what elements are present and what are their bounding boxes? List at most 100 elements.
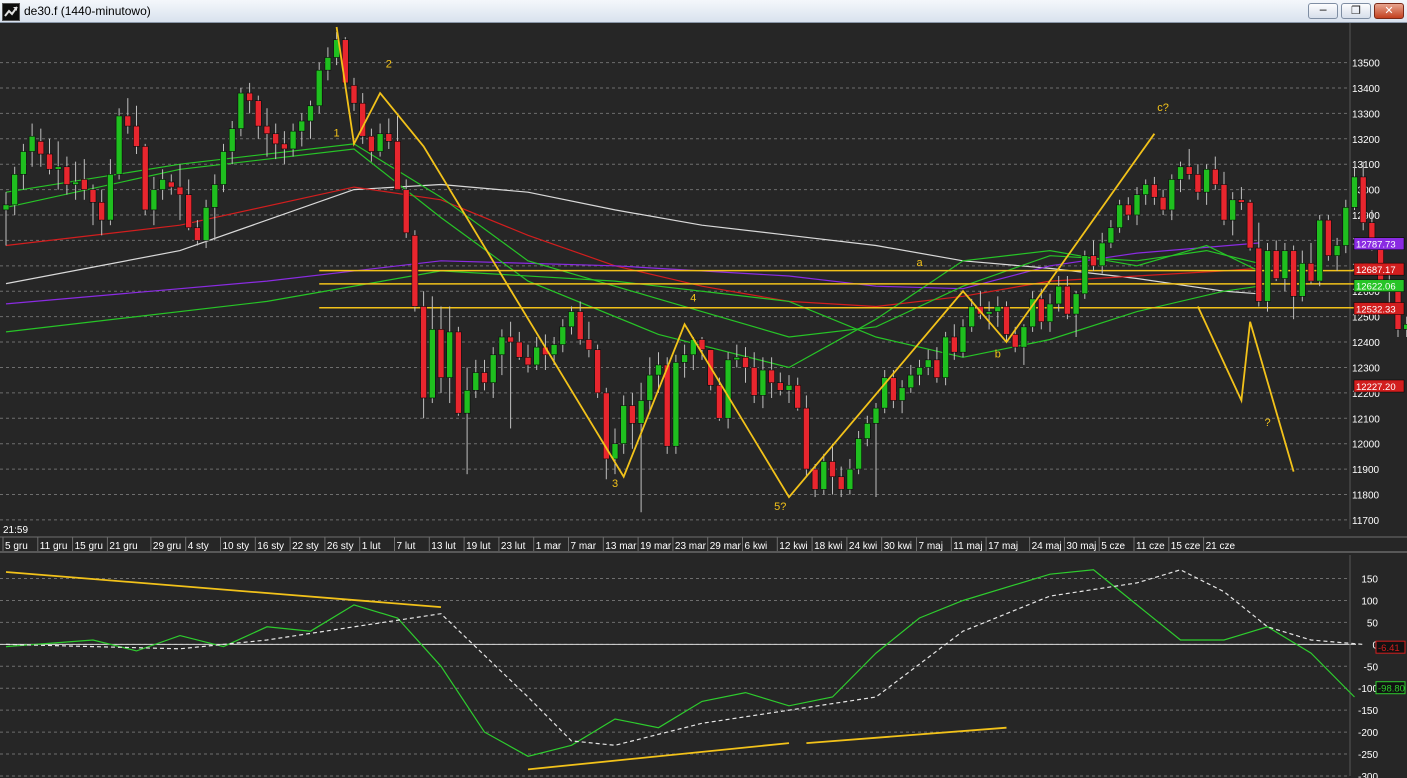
candle-body[interactable]: [472, 372, 480, 391]
candle-body[interactable]: [794, 384, 802, 409]
candle-body[interactable]: [846, 468, 854, 490]
candle-body[interactable]: [411, 235, 419, 307]
candle-body[interactable]: [759, 369, 767, 396]
candle-body[interactable]: [890, 377, 897, 401]
candle-body[interactable]: [1038, 298, 1045, 323]
candle-body[interactable]: [924, 359, 932, 368]
candle-body[interactable]: [1020, 326, 1028, 348]
candle-body[interactable]: [1272, 250, 1280, 279]
candle-body[interactable]: [20, 151, 27, 175]
candle-body[interactable]: [1081, 255, 1089, 295]
candle-body[interactable]: [298, 120, 306, 132]
candle-body[interactable]: [985, 311, 993, 315]
candle-body[interactable]: [942, 336, 949, 378]
candle-body[interactable]: [202, 207, 210, 241]
candle-body[interactable]: [1107, 227, 1115, 244]
candle-body[interactable]: [681, 354, 688, 363]
candle-body[interactable]: [481, 372, 488, 384]
candle-body[interactable]: [1325, 219, 1332, 256]
candle-body[interactable]: [968, 306, 976, 328]
candle-body[interactable]: [733, 357, 741, 361]
candle-body[interactable]: [124, 115, 132, 127]
candle-body[interactable]: [437, 329, 445, 378]
candle-body[interactable]: [1194, 174, 1202, 193]
candle-body[interactable]: [1359, 176, 1367, 223]
candle-body[interactable]: [81, 179, 88, 190]
candle-body[interactable]: [1098, 242, 1106, 267]
candle-body[interactable]: [916, 367, 923, 376]
candle-body[interactable]: [620, 405, 628, 444]
candle-body[interactable]: [724, 359, 732, 419]
candle-body[interactable]: [115, 115, 123, 175]
candle-body[interactable]: [863, 423, 871, 439]
candle-body[interactable]: [46, 153, 53, 170]
candle-body[interactable]: [716, 384, 723, 419]
candle-body[interactable]: [1333, 245, 1341, 256]
candle-body[interactable]: [1116, 204, 1123, 229]
candle-body[interactable]: [141, 146, 149, 211]
candle-body[interactable]: [959, 326, 967, 353]
candle-body[interactable]: [776, 382, 784, 391]
candle-body[interactable]: [1246, 202, 1254, 249]
candle-body[interactable]: [585, 339, 593, 350]
candle-body[interactable]: [820, 461, 828, 490]
candle-body[interactable]: [568, 311, 575, 328]
candle-body[interactable]: [185, 194, 192, 229]
candle-body[interactable]: [1342, 207, 1350, 246]
candle-body[interactable]: [594, 349, 601, 394]
restore-button[interactable]: ❐: [1341, 3, 1371, 19]
candle-body[interactable]: [1203, 168, 1210, 193]
candle-body[interactable]: [263, 125, 271, 135]
candle-body[interactable]: [1220, 184, 1228, 221]
candle-body[interactable]: [1185, 166, 1193, 175]
candle-body[interactable]: [655, 364, 662, 376]
candle-body[interactable]: [194, 227, 201, 241]
candle-body[interactable]: [1299, 262, 1306, 297]
candle-body[interactable]: [1055, 285, 1062, 305]
candle-body[interactable]: [576, 311, 584, 340]
candle-body[interactable]: [324, 57, 332, 71]
candle-body[interactable]: [1290, 250, 1297, 297]
candle-body[interactable]: [489, 354, 497, 384]
candle-body[interactable]: [1212, 168, 1219, 185]
candle-body[interactable]: [176, 186, 184, 195]
candle-body[interactable]: [1168, 179, 1176, 211]
candle-body[interactable]: [281, 143, 288, 150]
candle-body[interactable]: [211, 184, 219, 208]
chart-area[interactable]: 1170011800119001200012100122001230012400…: [0, 23, 1407, 778]
close-button[interactable]: ✕: [1374, 3, 1404, 19]
candle-body[interactable]: [368, 135, 375, 152]
candle-body[interactable]: [629, 405, 636, 424]
candle-body[interactable]: [785, 384, 793, 391]
candle-body[interactable]: [672, 362, 680, 447]
candle-body[interactable]: [1151, 184, 1158, 198]
title-bar[interactable]: de30.f (1440-minutowo) ─ ❐ ✕: [0, 0, 1407, 23]
candle-body[interactable]: [855, 438, 862, 470]
candle-body[interactable]: [515, 341, 523, 358]
candle-body[interactable]: [1238, 199, 1245, 203]
candle-body[interactable]: [1003, 306, 1010, 335]
candle-body[interactable]: [72, 181, 79, 185]
candle-body[interactable]: [133, 125, 140, 147]
candle-body[interactable]: [350, 85, 358, 104]
candle-body[interactable]: [950, 336, 958, 353]
candle-body[interactable]: [663, 364, 671, 447]
candle-body[interactable]: [1307, 262, 1315, 282]
candle-body[interactable]: [1316, 219, 1323, 282]
candle-body[interactable]: [63, 166, 71, 185]
candle-body[interactable]: [1072, 293, 1080, 315]
candle-body[interactable]: [11, 174, 18, 206]
candle-body[interactable]: [933, 359, 941, 378]
candle-body[interactable]: [54, 166, 62, 170]
candle-body[interactable]: [159, 179, 166, 190]
candle-body[interactable]: [376, 133, 384, 152]
candle-body[interactable]: [611, 443, 619, 460]
candle-body[interactable]: [246, 92, 253, 101]
candle-body[interactable]: [742, 357, 749, 368]
candle-body[interactable]: [385, 133, 393, 142]
candle-body[interactable]: [455, 331, 462, 414]
candle-body[interactable]: [89, 189, 97, 203]
candle-body[interactable]: [872, 407, 880, 424]
candle-body[interactable]: [646, 374, 654, 401]
candle-body[interactable]: [1255, 247, 1263, 302]
